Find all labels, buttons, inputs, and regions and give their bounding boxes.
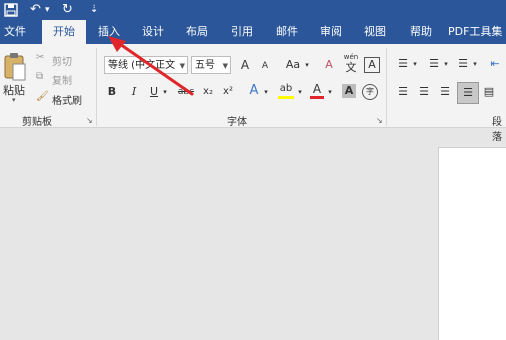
- group-divider: [96, 48, 97, 126]
- undo-icon[interactable]: ↶: [30, 1, 44, 19]
- character-border-icon[interactable]: A: [364, 57, 380, 73]
- italic-icon[interactable]: I: [128, 85, 140, 99]
- grow-font-icon[interactable]: A: [238, 58, 252, 72]
- paste-icon[interactable]: [3, 52, 27, 82]
- tab-mailings[interactable]: 邮件: [270, 20, 304, 44]
- chevron-down-icon: ▼: [179, 62, 185, 70]
- undo-dropdown-icon[interactable]: ▾: [45, 1, 55, 19]
- tab-file[interactable]: 文件: [0, 20, 30, 44]
- font-group-label: 字体: [227, 117, 247, 128]
- bullets-dropdown-icon[interactable]: ▾: [411, 57, 419, 71]
- character-shading-icon[interactable]: A: [342, 84, 356, 98]
- change-case-dropdown-icon[interactable]: ▾: [303, 58, 311, 72]
- justify-icon[interactable]: ☰: [457, 82, 479, 104]
- align-center-icon[interactable]: ☰: [417, 85, 431, 99]
- chevron-down-icon: ▼: [222, 62, 228, 70]
- superscript-icon[interactable]: x²: [221, 85, 235, 99]
- align-right-icon[interactable]: ☰: [438, 85, 452, 99]
- tab-insert[interactable]: 插入: [92, 20, 126, 44]
- text-effects-icon[interactable]: A: [247, 84, 261, 98]
- copy-icon[interactable]: ⧉: [36, 71, 43, 82]
- font-color-icon[interactable]: A: [310, 82, 324, 99]
- ribbon-tabs: 文件 开始 插入 设计 布局 引用 邮件 审阅 视图 帮助 PDF工具集: [0, 20, 506, 44]
- text-effects-dropdown-icon[interactable]: ▾: [262, 85, 270, 99]
- quick-access-toolbar: ↶ ▾ ↻ ⇣: [0, 0, 506, 20]
- tab-references[interactable]: 引用: [225, 20, 259, 44]
- cut-button[interactable]: 剪切: [52, 53, 72, 68]
- clear-formatting-icon[interactable]: A: [322, 58, 336, 72]
- tab-layout[interactable]: 布局: [180, 20, 214, 44]
- phonetic-guide-icon[interactable]: wén 文: [342, 53, 360, 74]
- format-painter-button[interactable]: 格式刷: [52, 92, 82, 107]
- tab-help[interactable]: 帮助: [404, 20, 438, 44]
- customize-toolbar-icon[interactable]: ⇣: [90, 1, 100, 19]
- cut-icon[interactable]: ✂: [36, 52, 44, 63]
- bullets-icon[interactable]: ☰: [396, 57, 410, 71]
- enclose-characters-icon[interactable]: 字: [362, 84, 378, 100]
- strikethrough-icon[interactable]: abc: [176, 85, 196, 99]
- format-painter-icon[interactable]: 🖌: [36, 91, 49, 102]
- distributed-icon[interactable]: ▤: [482, 85, 496, 99]
- document-page[interactable]: [438, 147, 506, 340]
- highlight-dropdown-icon[interactable]: ▾: [296, 85, 304, 99]
- font-size-select[interactable]: 五号 ▼: [191, 56, 231, 74]
- tab-design[interactable]: 设计: [136, 20, 170, 44]
- tab-home[interactable]: 开始: [42, 20, 86, 44]
- paragraph-group-label: 段落: [492, 117, 502, 143]
- font-launcher-icon[interactable]: ↘: [376, 116, 383, 125]
- save-icon[interactable]: [4, 1, 20, 19]
- font-name-select[interactable]: 等线 (中文正文 ▼: [104, 56, 188, 74]
- font-color-dropdown-icon[interactable]: ▾: [326, 85, 334, 99]
- multilevel-list-dropdown-icon[interactable]: ▾: [471, 57, 479, 71]
- tab-review[interactable]: 审阅: [314, 20, 348, 44]
- group-divider: [386, 48, 387, 126]
- clipboard-launcher-icon[interactable]: ↘: [86, 116, 93, 125]
- tab-pdf-tools[interactable]: PDF工具集: [448, 20, 506, 44]
- phonetic-guide-char: 文: [345, 61, 357, 74]
- change-case-icon[interactable]: Aa: [284, 58, 302, 72]
- tab-view[interactable]: 视图: [358, 20, 392, 44]
- bold-icon[interactable]: B: [106, 85, 118, 99]
- multilevel-list-icon[interactable]: ☰: [456, 57, 470, 71]
- subscript-icon[interactable]: x₂: [201, 85, 215, 99]
- font-name-value: 等线 (中文正文: [108, 60, 176, 71]
- highlight-icon[interactable]: ab: [278, 82, 294, 99]
- font-size-value: 五号: [195, 60, 215, 71]
- underline-icon[interactable]: U: [148, 85, 160, 99]
- decrease-indent-icon[interactable]: ⇤: [488, 57, 502, 71]
- align-left-icon[interactable]: ☰: [396, 85, 410, 99]
- ribbon-home: 粘贴 ▾ ✂ 剪切 ⧉ 复制 🖌 格式刷 剪贴板 ↘ 等线 (中文正文 ▼ 五号…: [0, 44, 506, 143]
- numbering-icon[interactable]: ☰: [427, 57, 441, 71]
- numbering-dropdown-icon[interactable]: ▾: [442, 57, 450, 71]
- clipboard-group-label: 剪贴板: [22, 117, 52, 128]
- copy-button[interactable]: 复制: [52, 72, 72, 87]
- paste-dropdown-icon[interactable]: ▾: [12, 96, 16, 104]
- shrink-font-icon[interactable]: A: [259, 59, 271, 73]
- underline-dropdown-icon[interactable]: ▾: [161, 85, 169, 99]
- redo-icon[interactable]: ↻: [62, 1, 76, 19]
